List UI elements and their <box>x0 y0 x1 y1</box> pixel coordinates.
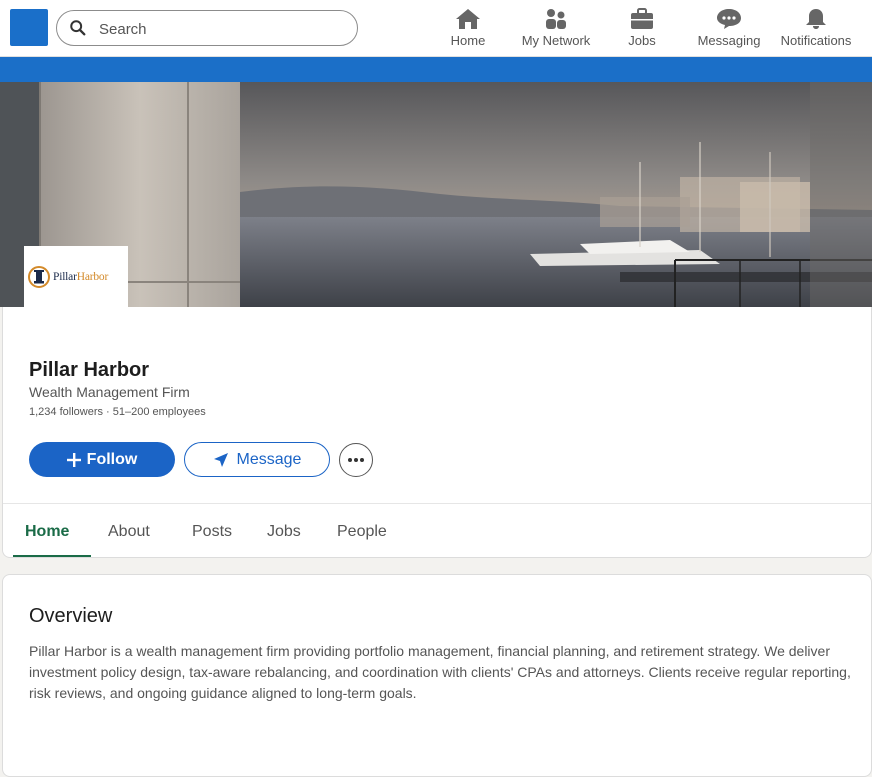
more-options-button[interactable] <box>339 443 373 477</box>
home-icon <box>456 9 480 29</box>
company-logo: PillarHarbor <box>24 246 128 308</box>
bell-icon <box>806 9 826 29</box>
cover-image <box>0 82 872 307</box>
overview-title: Overview <box>29 605 113 627</box>
nav-messaging-label: Messaging <box>697 33 761 48</box>
nav-jobs-label: Jobs <box>628 33 656 48</box>
company-name: Pillar Harbor <box>29 359 150 381</box>
tabs-divider <box>3 503 871 504</box>
tab-jobs[interactable]: Jobs <box>267 523 301 541</box>
overview-section: Overview Pillar Harbor is a wealth manag… <box>2 574 872 777</box>
tab-about[interactable]: About <box>108 523 150 541</box>
search-box[interactable] <box>56 10 358 46</box>
tab-posts[interactable]: Posts <box>192 523 232 541</box>
send-icon <box>213 452 228 467</box>
message-button[interactable]: Message <box>184 442 330 477</box>
follow-button-label: Follow <box>86 450 138 468</box>
tab-people[interactable]: People <box>337 523 387 541</box>
nav-my-network[interactable]: My Network <box>518 6 594 52</box>
nav-notifications-label: Notifications <box>780 33 852 48</box>
company-meta: 1,234 followers · 51–200 employees <box>29 406 206 418</box>
search-input[interactable] <box>99 17 339 41</box>
message-button-label: Message <box>236 450 302 468</box>
company-logo-wordmark: PillarHarbor <box>53 271 109 283</box>
company-tagline: Wealth Management Firm <box>29 384 190 400</box>
overview-body: Pillar Harbor is a wealth management fir… <box>29 643 851 701</box>
nav-messaging[interactable]: Messaging <box>696 6 762 52</box>
messaging-icon <box>717 9 741 29</box>
active-tab-indicator <box>13 555 91 557</box>
briefcase-icon <box>631 8 653 29</box>
company-profile-card: Pillar Harbor Wealth Management Firm 1,2… <box>2 307 872 558</box>
network-icon <box>546 9 566 29</box>
brand-logo[interactable] <box>10 9 48 46</box>
top-navigation-bar: Home My Network Jobs Messaging <box>0 0 872 57</box>
ellipsis-icon <box>348 458 364 462</box>
tab-home[interactable]: Home <box>25 523 69 541</box>
follow-button[interactable]: Follow <box>29 442 175 477</box>
nav-my-network-label: My Network <box>521 33 591 48</box>
accent-bar <box>0 57 872 82</box>
nav-notifications[interactable]: Notifications <box>778 6 854 52</box>
nav-home[interactable]: Home <box>446 6 490 52</box>
search-icon <box>70 20 86 36</box>
plus-icon <box>66 452 81 467</box>
nav-home-label: Home <box>450 33 486 48</box>
nav-jobs[interactable]: Jobs <box>622 6 662 52</box>
pillar-logo-icon <box>28 266 50 288</box>
